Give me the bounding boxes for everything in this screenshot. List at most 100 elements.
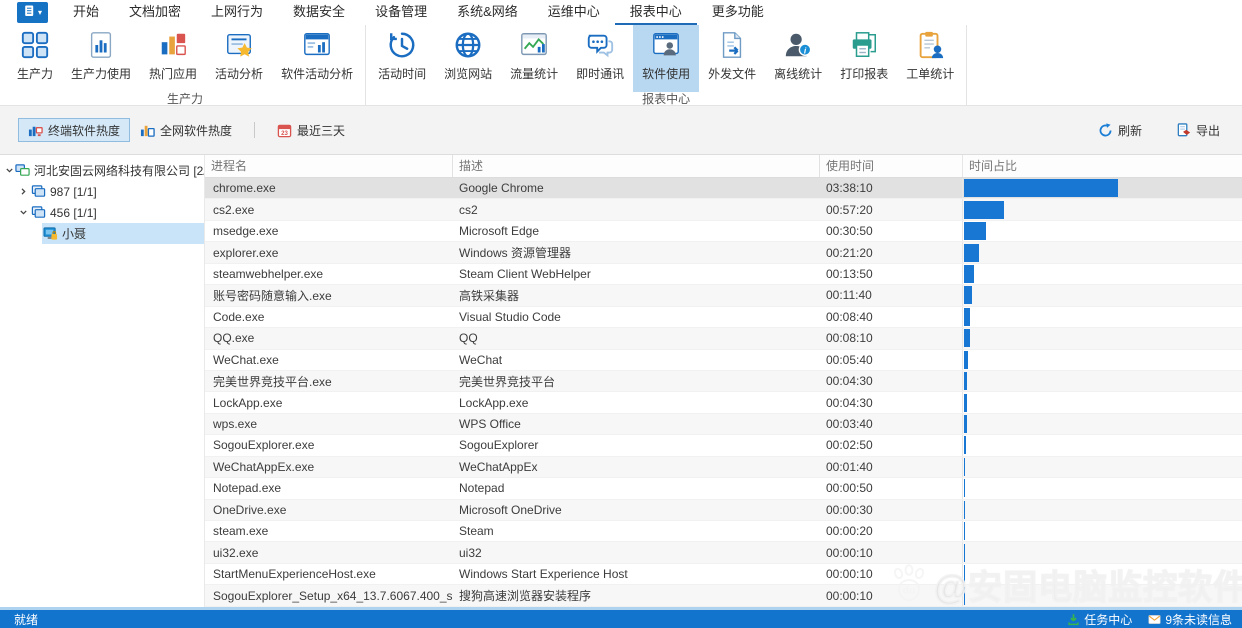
table-row[interactable]: explorer.exe Windows 资源管理器 00:21:20 [205,242,1242,264]
table-row[interactable]: WeChat.exe WeChat 00:05:40 [205,349,1242,371]
ribbon-item-hot-apps[interactable]: 热门应用 [140,25,206,92]
status-item-label: 任务中心 [1084,612,1133,627]
ribbon-item-print-report[interactable]: 打印报表 [831,25,897,92]
ribbon-item-outgoing-files[interactable]: 外发文件 [699,25,765,92]
ribbon-item-activity-analysis[interactable]: 活动分析 [206,25,272,92]
table-header: 进程名 描述 使用时间 时间占比 [205,155,1242,178]
usage-time-cell: 00:00:30 [826,502,873,517]
ribbon-item-browse-websites[interactable]: 浏览网站 [435,25,501,92]
mail-icon [1148,613,1161,626]
table-row[interactable]: Notepad.exe Notepad 00:00:50 [205,478,1242,500]
ribbon-item-software-usage[interactable]: 软件使用 [633,25,700,92]
menu-item-6[interactable]: 运维中心 [533,0,615,25]
ribbon-item-work-order-stats[interactable]: 工单统计 [897,25,963,92]
menu-item-3[interactable]: 数据安全 [278,0,360,25]
ribbon-item-label: 生产力 [17,67,54,81]
toolbar-button-label: 终端软件热度 [48,123,121,138]
menu-item-2[interactable]: 上网行为 [196,0,278,25]
usage-time-cell: 00:02:50 [826,438,873,453]
ribbon-group-0: 生产力 生产力使用 热门应用 活动分析 软件活动分析 生产力 [0,25,367,106]
status-item-mail[interactable]: 9条未读信息 [1148,611,1232,628]
column-header-process[interactable]: 进程名 [205,155,453,177]
time-ratio-bar [964,393,967,412]
menu-item-7[interactable]: 报表中心 [614,0,697,25]
toolbar-button-refresh[interactable]: 刷新 [1088,118,1152,142]
column-header-usage-time[interactable]: 使用时间 [820,155,962,177]
table-row[interactable]: OneDrive.exe Microsoft OneDrive 00:00:30 [205,499,1242,521]
table-row[interactable]: ui32.exe ui32 00:00:10 [205,542,1242,564]
time-ratio-cell [962,285,1242,306]
usage-time-cell: 00:03:40 [826,417,873,432]
table-row[interactable]: LockApp.exe LockApp.exe 00:04:30 [205,392,1242,414]
menu-item-4[interactable]: 设备管理 [360,0,442,25]
ribbon-item-instant-messaging[interactable]: 即时通讯 [567,25,633,92]
app-menu-button[interactable]: ▾ [17,2,48,23]
table-row[interactable]: 完美世界竞技平台.exe 完美世界竞技平台 00:04:30 [205,370,1242,393]
chevron-down-icon[interactable] [5,166,14,175]
table-row[interactable]: Code.exe Visual Studio Code 00:08:40 [205,306,1242,329]
column-header-description[interactable]: 描述 [453,155,820,177]
description-cell: Visual Studio Code [459,309,561,324]
menu-item-5[interactable]: 系统&网络 [442,0,533,25]
process-name-cell: chrome.exe [213,181,276,196]
table-row[interactable]: cs2.exe cs2 00:57:20 [205,199,1242,221]
table-row[interactable]: WeChatAppEx.exe WeChatAppEx 00:01:40 [205,456,1242,479]
ribbon-item-traffic-stats[interactable]: 流量统计 [501,25,567,92]
tree-node-2[interactable]: 456 [1/1] [0,202,204,223]
table-row[interactable]: steam.exe Steam 00:00:20 [205,521,1242,543]
status-item-download-arrow[interactable]: 任务中心 [1067,611,1132,628]
ribbon-item-label: 打印报表 [840,67,889,81]
table-row[interactable]: QQ.exe QQ 00:08:10 [205,328,1242,350]
tree-node-label: 456 [1/1] [50,205,97,220]
time-ratio-bar [964,479,965,498]
print-report-icon [849,30,879,60]
chevron-down-icon[interactable] [17,208,30,217]
description-cell: Windows 资源管理器 [459,246,572,261]
ribbon-item-offline-stats[interactable]: i 离线统计 [765,25,831,92]
ribbon-item-software-activity-analysis[interactable]: 软件活动分析 [272,25,362,92]
process-name-cell: wps.exe [213,417,258,432]
time-ratio-cell [962,499,1242,520]
menu-item-0[interactable]: 开始 [58,0,114,25]
ribbon-item-productivity-usage[interactable]: 生产力使用 [62,25,140,92]
table-row[interactable]: msedge.exe Microsoft Edge 00:30:50 [205,220,1242,243]
table-row[interactable]: StartMenuExperienceHost.exe Windows Start… [205,563,1242,586]
table-row[interactable]: wps.exe WPS Office 00:03:40 [205,413,1242,436]
time-ratio-cell [962,478,1242,499]
table-row[interactable]: steamwebhelper.exe Steam Client WebHelper… [205,263,1242,286]
description-cell: Steam Client WebHelper [459,266,591,281]
description-cell: SogouExplorer [459,438,539,453]
process-name-cell: LockApp.exe [213,395,283,410]
table-row[interactable]: SogouExplorer.exe SogouExplorer 00:02:50 [205,435,1242,457]
ribbon-item-productivity-grid[interactable]: 生产力 [8,25,62,92]
tree-node-3[interactable]: 小聂 [0,223,204,244]
process-name-cell: WeChat.exe [213,352,279,367]
usage-time-cell: 00:00:10 [826,588,873,603]
toolbar-button-terminal-software-heat[interactable]: 终端软件热度 [18,118,131,142]
ribbon-item-active-time[interactable]: 活动时间 [369,25,435,92]
software-usage-icon [651,30,681,60]
table-row[interactable]: SogouExplorer_Setup_x64_13.7.6067.400_so… [205,585,1242,607]
chevron-right-icon[interactable] [17,187,30,196]
usage-time-cell: 00:21:20 [826,245,873,260]
download-arrow-icon [1067,613,1080,626]
time-ratio-bar [964,586,965,605]
table-row[interactable]: 账号密码随意输入.exe 高铁采集器 00:11:40 [205,285,1242,307]
device-group-icon [31,205,46,220]
outgoing-files-icon [717,30,747,60]
tree-node-0[interactable]: 河北安固云网络科技有限公司 [2/2] [0,160,204,181]
process-name-cell: steam.exe [213,524,269,539]
toolbar-button-export[interactable]: 导出 [1166,118,1230,142]
table-row[interactable]: chrome.exe Google Chrome 03:38:10 [205,178,1242,200]
menu-item-8[interactable]: 更多功能 [697,0,779,25]
tree-node-1[interactable]: 987 [1/1] [0,181,204,202]
menu-item-1[interactable]: 文档加密 [114,0,196,25]
terminal-pc-icon [43,226,58,241]
toolbar-button-network-software-heat[interactable]: 全网软件热度 [130,118,242,142]
time-ratio-cell [962,542,1242,563]
column-header-time-ratio[interactable]: 时间占比 [962,155,1242,177]
description-cell: Steam [459,524,494,539]
description-cell: Google Chrome [459,181,544,196]
toolbar-button-calendar-3days[interactable]: 23 最近三天 [267,118,355,142]
ribbon-item-label: 浏览网站 [444,67,493,81]
